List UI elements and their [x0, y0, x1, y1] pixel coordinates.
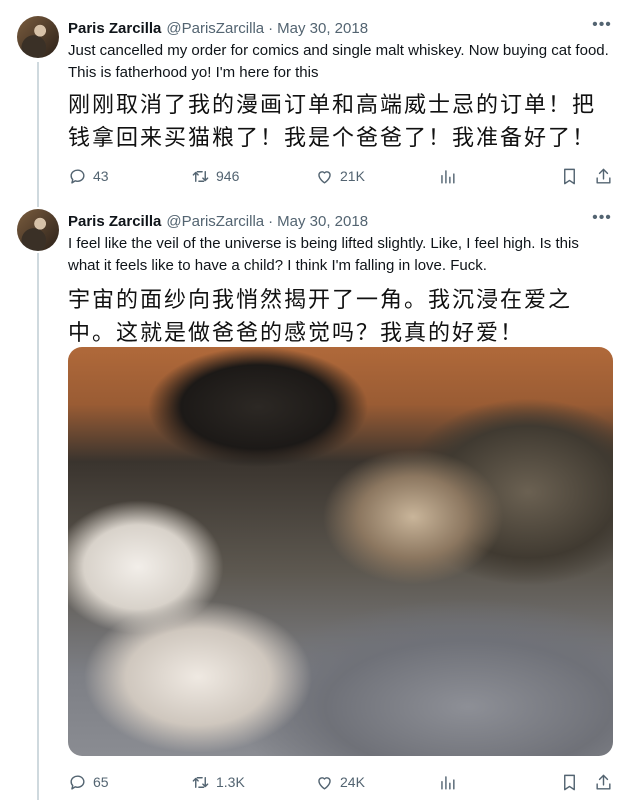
share-button[interactable]	[594, 164, 613, 188]
bookmark-icon	[564, 774, 575, 790]
retweet-count: 1.3K	[216, 774, 245, 790]
kitten-photo[interactable]	[68, 347, 613, 756]
reply-button[interactable]: 43	[68, 164, 109, 188]
tweet-actions: 43 946 21K	[68, 164, 613, 188]
heart-icon	[318, 170, 331, 184]
separator-dot: ·	[268, 212, 274, 230]
separator-dot: ·	[268, 19, 274, 37]
tweet-actions: 65 1.3K 24K	[68, 770, 613, 794]
avatar[interactable]	[17, 16, 59, 58]
more-horizontal-icon[interactable]: •••	[592, 17, 612, 38]
author-handle[interactable]: @ParisZarcilla	[166, 213, 264, 230]
author-name[interactable]: Paris Zarcilla	[68, 20, 161, 37]
tweet-header: Paris Zarcilla @ParisZarcilla · May 30, …	[68, 18, 368, 38]
views-icon	[441, 775, 455, 790]
tweet-translation: 刚刚取消了我的漫画订单和高端威士忌的订单！把钱拿回来买猫粮了！我是个爸爸了！我准…	[68, 93, 597, 151]
author-handle[interactable]: @ParisZarcilla	[166, 20, 264, 37]
retweet-icon	[192, 776, 209, 788]
retweet-button[interactable]: 946	[191, 164, 239, 188]
retweet-count: 946	[216, 168, 240, 184]
reply-count: 43	[93, 168, 109, 184]
heart-icon	[318, 776, 331, 790]
views-button[interactable]	[438, 164, 457, 188]
retweet-button[interactable]: 1.3K	[191, 770, 245, 794]
views-icon	[441, 169, 455, 184]
reply-icon	[70, 774, 85, 790]
bookmark-icon	[564, 168, 575, 184]
tweet-translation: 宇宙的面纱向我悄然揭开了一角。我沉浸在爱之中。这就是做爸爸的感觉吗？我真的好爱！	[68, 288, 573, 346]
bookmark-button[interactable]	[560, 164, 579, 188]
share-icon	[596, 168, 611, 184]
avatar[interactable]	[17, 209, 59, 251]
like-button[interactable]: 21K	[315, 164, 365, 188]
views-button[interactable]	[438, 770, 457, 794]
tweet-date[interactable]: May 30, 2018	[277, 20, 368, 37]
like-count: 24K	[340, 774, 365, 790]
tweet[interactable]: Paris Zarcilla @ParisZarcilla · May 30, …	[0, 0, 634, 205]
tweet-text: I feel like the veil of the universe is …	[68, 235, 579, 274]
reply-count: 65	[93, 774, 109, 790]
share-icon	[596, 774, 611, 790]
reply-icon	[70, 168, 85, 184]
tweet-date[interactable]: May 30, 2018	[277, 213, 368, 230]
more-horizontal-icon[interactable]: •••	[592, 210, 612, 231]
tweet[interactable]: Paris Zarcilla @ParisZarcilla · May 30, …	[0, 205, 634, 800]
tweet-text: Just cancelled my order for comics and s…	[68, 42, 609, 81]
reply-button[interactable]: 65	[68, 770, 109, 794]
like-count: 21K	[340, 168, 365, 184]
like-button[interactable]: 24K	[315, 770, 365, 794]
author-name[interactable]: Paris Zarcilla	[68, 213, 161, 230]
bookmark-button[interactable]	[560, 770, 579, 794]
retweet-icon	[192, 170, 209, 182]
tweet-header: Paris Zarcilla @ParisZarcilla · May 30, …	[68, 211, 368, 231]
share-button[interactable]	[594, 770, 613, 794]
